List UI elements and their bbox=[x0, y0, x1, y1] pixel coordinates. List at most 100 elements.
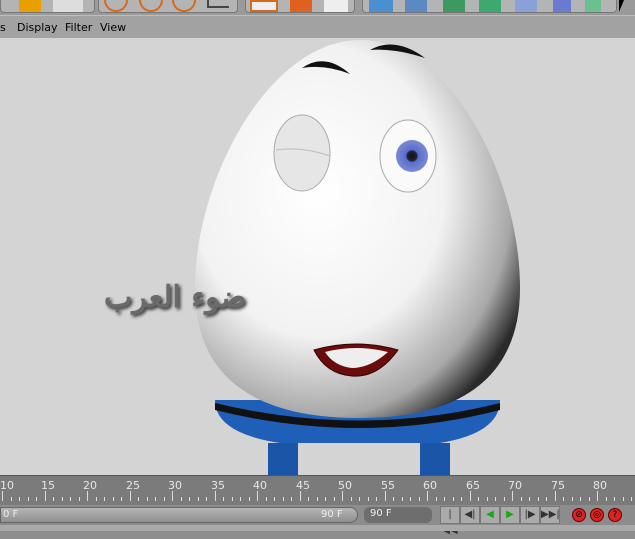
tick-mark bbox=[155, 497, 156, 501]
tick-mark bbox=[180, 497, 182, 501]
tick-label: 70 bbox=[508, 479, 522, 492]
tick-mark bbox=[376, 497, 377, 501]
tick-mark bbox=[427, 491, 428, 501]
tick-mark bbox=[342, 491, 343, 501]
tick-mark bbox=[44, 491, 46, 501]
tick-mark bbox=[452, 497, 454, 501]
tick-mark bbox=[512, 491, 513, 501]
tick-mark bbox=[350, 497, 352, 501]
rotate-icon[interactable] bbox=[172, 0, 196, 12]
tick-mark bbox=[138, 497, 139, 501]
tick-mark bbox=[563, 497, 564, 501]
tick-label: 30 bbox=[168, 479, 182, 492]
tick-label: 45 bbox=[296, 479, 310, 492]
tick-mark bbox=[19, 497, 20, 501]
cube-icon[interactable] bbox=[369, 0, 393, 12]
toolbar-group-transform bbox=[98, 0, 238, 13]
render-settings-icon[interactable] bbox=[290, 0, 312, 12]
nurbs-icon[interactable] bbox=[443, 0, 465, 12]
tick-mark bbox=[486, 497, 488, 501]
tick-mark bbox=[614, 497, 615, 501]
goto-end-button[interactable]: ▶▶| bbox=[540, 506, 560, 524]
current-frame-field[interactable]: 90 F bbox=[364, 507, 432, 523]
light-icon[interactable] bbox=[585, 0, 601, 12]
tick-mark bbox=[223, 497, 224, 501]
record-keys-button[interactable]: ⊘ bbox=[572, 508, 586, 522]
range-end: 90 F bbox=[321, 509, 343, 520]
menu-item-filter[interactable]: Filter bbox=[65, 21, 92, 34]
tick-mark bbox=[2, 491, 3, 501]
tick-mark bbox=[70, 497, 71, 501]
toolbar-group-render bbox=[245, 0, 355, 13]
tick-label: 60 bbox=[423, 479, 437, 492]
tick-mark bbox=[189, 497, 190, 501]
toolbar-group-edit bbox=[0, 0, 95, 13]
layout-icon[interactable] bbox=[19, 0, 41, 12]
move-icon[interactable] bbox=[104, 0, 128, 12]
tick-mark bbox=[197, 497, 199, 501]
tick-mark bbox=[571, 497, 573, 501]
tick-label: 55 bbox=[381, 479, 395, 492]
scene-icon[interactable] bbox=[553, 0, 571, 12]
tick-mark bbox=[325, 497, 326, 501]
tick-label: 35 bbox=[211, 479, 225, 492]
timeline-ruler[interactable]: 10 15 20 25 30 35 40 45 50 55 60 65 70 7… bbox=[0, 475, 635, 505]
tick-mark bbox=[129, 491, 131, 501]
play-forward-button[interactable]: ▶ bbox=[500, 506, 520, 524]
tick-mark bbox=[299, 491, 301, 501]
tick-label: 15 bbox=[41, 479, 55, 492]
deformer-icon[interactable] bbox=[515, 0, 537, 12]
render-view-icon[interactable] bbox=[250, 0, 278, 12]
timeline-controls: 0 F 90 F 90 F |◀◀ ◀| ◀ ▶ |▶ ▶▶| ⊘ ◎ ? bbox=[0, 505, 635, 536]
tick-mark bbox=[78, 497, 80, 501]
tick-mark bbox=[214, 491, 216, 501]
play-backward-button[interactable]: ◀ bbox=[480, 506, 500, 524]
tick-mark bbox=[359, 497, 360, 501]
render-region-icon[interactable] bbox=[324, 0, 348, 12]
keyframe-help-button[interactable]: ? bbox=[608, 508, 622, 522]
tick-mark bbox=[631, 497, 632, 501]
mouse-cursor-icon bbox=[619, 0, 624, 12]
tick-mark bbox=[622, 497, 624, 501]
scale-icon[interactable] bbox=[139, 0, 163, 12]
prev-frame-button[interactable]: ◀| bbox=[460, 506, 480, 524]
tick-mark bbox=[546, 497, 547, 501]
tick-mark bbox=[257, 491, 258, 501]
viewport-menubar: s Display Filter View bbox=[0, 15, 635, 38]
autokey-button[interactable]: ◎ bbox=[590, 508, 604, 522]
tick-mark bbox=[410, 497, 411, 501]
undo-icon[interactable] bbox=[53, 0, 83, 12]
frame-value: 90 F bbox=[370, 508, 392, 519]
tick-mark bbox=[401, 497, 403, 501]
tick-mark bbox=[95, 497, 97, 501]
tick-mark bbox=[554, 491, 556, 501]
spline-icon[interactable] bbox=[405, 0, 427, 12]
tick-mark bbox=[248, 497, 250, 501]
tick-mark bbox=[231, 497, 233, 501]
tick-label: 80 bbox=[593, 479, 607, 492]
tick-label: 20 bbox=[83, 479, 97, 492]
menu-item-display[interactable]: Display bbox=[17, 21, 58, 34]
tick-mark bbox=[274, 497, 275, 501]
tick-mark bbox=[36, 497, 37, 501]
coord-icon[interactable] bbox=[207, 0, 229, 8]
frame-range-slider[interactable]: 0 F 90 F bbox=[0, 507, 358, 523]
array-icon[interactable] bbox=[479, 0, 501, 12]
tick-mark bbox=[112, 497, 114, 501]
range-start: 0 F bbox=[3, 509, 19, 520]
tick-mark bbox=[393, 497, 394, 501]
egg-character-render bbox=[195, 40, 520, 475]
next-frame-button[interactable]: |▶ bbox=[520, 506, 540, 524]
menu-item-cameras[interactable]: s bbox=[0, 21, 6, 34]
tick-label: 50 bbox=[338, 479, 352, 492]
3d-viewport[interactable]: ضوء العرب bbox=[0, 38, 635, 475]
menu-item-view[interactable]: View bbox=[100, 21, 126, 34]
watermark-text: ضوء العرب bbox=[104, 280, 247, 315]
tick-label: 25 bbox=[126, 479, 140, 492]
goto-start-button[interactable]: |◀◀ bbox=[440, 506, 460, 536]
tick-mark bbox=[461, 497, 462, 501]
tick-mark bbox=[282, 497, 284, 501]
tick-mark bbox=[529, 497, 530, 501]
tick-mark bbox=[597, 491, 598, 501]
tick-mark bbox=[265, 497, 267, 501]
